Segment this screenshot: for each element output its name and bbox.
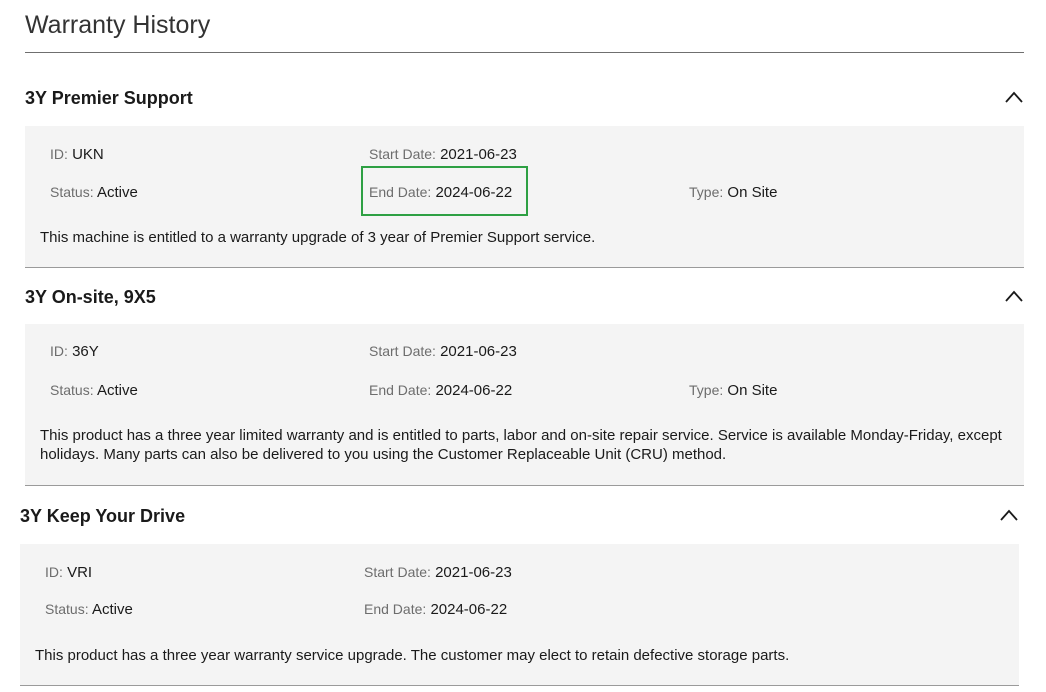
status-field: Status: Active: [45, 601, 133, 618]
start-date-value: 2021-06-23: [440, 146, 517, 163]
type-value: On Site: [727, 184, 778, 201]
end-date-field: End Date: 2024-06-22: [369, 382, 513, 399]
status-label: Status: [45, 601, 85, 617]
warranty-section: 3Y Premier Support ID: UKN Start Date: 2…: [25, 80, 1024, 268]
section-header-toggle[interactable]: 3Y Keep Your Drive: [20, 498, 1019, 538]
warranty-section: 3Y Keep Your Drive ID: VRI Start Date: 2…: [20, 498, 1019, 686]
warranty-description: This product has a three year limited wa…: [40, 427, 1002, 463]
warranty-description: This product has a three year warranty s…: [35, 647, 790, 664]
end-date-label: End Date: [369, 382, 428, 398]
id-value: 36Y: [72, 343, 99, 360]
chevron-up-icon[interactable]: [1004, 90, 1024, 104]
start-date-value: 2021-06-23: [440, 343, 517, 360]
id-label: ID: [50, 343, 64, 359]
end-date-field: End Date: 2024-06-22: [369, 184, 513, 201]
warranty-details-panel: ID: 36Y Start Date: 2021-06-23 Status: A…: [25, 324, 1024, 486]
status-value: Active: [96, 382, 138, 399]
warranty-details-panel: ID: UKN Start Date: 2021-06-23 Status: A…: [25, 126, 1024, 268]
warranty-section: 3Y On-site, 9X5 ID: 36Y Start Date: 2021…: [25, 279, 1024, 486]
status-field: Status: Active: [50, 184, 138, 201]
end-date-value: 2024-06-22: [435, 382, 513, 399]
id-field: ID: VRI: [45, 564, 93, 581]
id-label: ID: [50, 146, 64, 162]
type-value: On Site: [727, 382, 778, 399]
status-value: Active: [96, 184, 138, 201]
start-date-field: Start Date: 2021-06-23: [369, 146, 517, 163]
warranty-details-panel: ID: VRI Start Date: 2021-06-23 Status: A…: [20, 544, 1019, 686]
end-date-label: End Date: [369, 184, 428, 200]
section-title: 3Y Keep Your Drive: [20, 506, 186, 526]
end-date-value: 2024-06-22: [430, 601, 508, 618]
id-field: ID: 36Y: [50, 343, 99, 360]
warranty-description: This machine is entitled to a warranty u…: [40, 229, 596, 246]
type-field: Type: On Site: [689, 382, 778, 399]
section-title: 3Y Premier Support: [25, 88, 193, 108]
chevron-up-icon[interactable]: [999, 508, 1019, 522]
start-date-value: 2021-06-23: [435, 564, 512, 581]
type-label: Type: [689, 184, 720, 200]
id-value: UKN: [72, 146, 104, 163]
status-field: Status: Active: [50, 382, 138, 399]
id-field: ID: UKN: [50, 146, 104, 163]
id-value: VRI: [67, 564, 93, 581]
end-date-field: End Date: 2024-06-22: [364, 601, 508, 618]
start-date-field: Start Date: 2021-06-23: [364, 564, 512, 581]
type-field: Type: On Site: [689, 184, 778, 201]
start-date-label: Start Date: [369, 343, 433, 359]
chevron-up-icon[interactable]: [1004, 289, 1024, 303]
start-date-label: Start Date: [369, 146, 433, 162]
end-date-value: 2024-06-22: [435, 184, 513, 201]
title-divider: [25, 52, 1024, 53]
end-date-label: End Date: [364, 601, 423, 617]
section-header-toggle[interactable]: 3Y Premier Support: [25, 80, 1024, 120]
section-header-toggle[interactable]: 3Y On-site, 9X5: [25, 279, 1024, 319]
status-value: Active: [91, 601, 133, 618]
page-title: Warranty History: [25, 11, 211, 39]
section-title: 3Y On-site, 9X5: [25, 287, 156, 307]
status-label: Status: [50, 184, 90, 200]
status-label: Status: [50, 382, 90, 398]
start-date-field: Start Date: 2021-06-23: [369, 343, 517, 360]
id-label: ID: [45, 564, 59, 580]
type-label: Type: [689, 382, 720, 398]
start-date-label: Start Date: [364, 564, 428, 580]
